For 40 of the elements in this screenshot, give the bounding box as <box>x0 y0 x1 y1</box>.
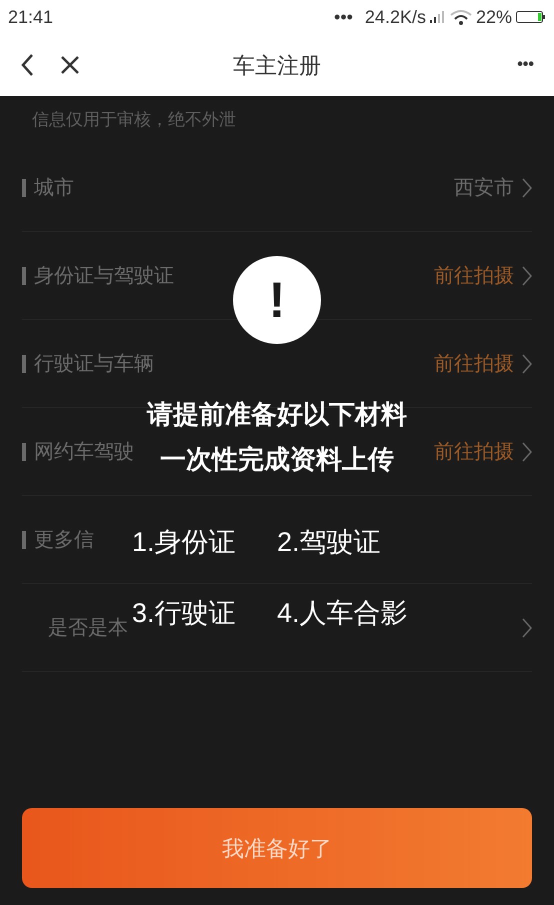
section-marker <box>22 266 26 284</box>
alert-icon: ! <box>233 256 321 344</box>
chevron-icon[interactable] <box>522 178 532 198</box>
chevron-icon[interactable] <box>522 442 532 462</box>
back-icon[interactable] <box>20 53 34 77</box>
capture-link[interactable]: 前往拍摄 <box>434 260 514 290</box>
close-icon[interactable] <box>60 55 80 75</box>
dialog-title: 请提前准备好以下材料 <box>147 398 407 431</box>
wifi-icon <box>450 9 472 25</box>
signal-icon <box>430 11 446 23</box>
hint-text: 信息仅用于审核，绝不外泄 <box>31 109 237 132</box>
battery-icon <box>516 10 546 24</box>
chevron-icon[interactable] <box>522 266 532 286</box>
section-marker <box>22 178 26 196</box>
chevron-icon[interactable] <box>522 354 532 374</box>
capture-link[interactable]: 前往拍摄 <box>434 348 514 378</box>
page-title: 车主注册 <box>233 52 321 80</box>
battery-percent: 22% <box>476 6 512 28</box>
field-value: 西安市 <box>454 176 514 200</box>
material-item: 4.人车合影 <box>277 596 409 630</box>
field-label: 更多信 <box>34 528 94 552</box>
section-marker <box>22 354 26 372</box>
material-item: 3.行驶证 <box>132 596 237 630</box>
network-speed: 24.2K/s <box>364 6 426 28</box>
section-marker <box>22 442 26 460</box>
capture-link[interactable]: 前往拍摄 <box>434 436 514 466</box>
field-label: 城市 <box>34 176 74 200</box>
field-label: 行驶证与车辆 <box>34 352 154 376</box>
field-label: 身份证与驾驶证 <box>34 264 174 288</box>
material-item: 1.身份证 <box>132 526 237 559</box>
section-marker <box>22 530 26 548</box>
more-button[interactable]: ••• <box>517 53 534 77</box>
chevron-icon[interactable] <box>522 618 532 638</box>
status-time: 21:41 <box>8 6 54 28</box>
status-dots: ••• <box>334 6 353 28</box>
dialog-title: 一次性完成资料上传 <box>159 443 395 476</box>
field-label: 是否是本 <box>48 616 128 640</box>
material-item: 2.驾驶证 <box>277 526 382 559</box>
ready-button[interactable]: 我准备好了 <box>22 808 532 888</box>
field-label: 网约车驾驶 <box>34 440 134 464</box>
